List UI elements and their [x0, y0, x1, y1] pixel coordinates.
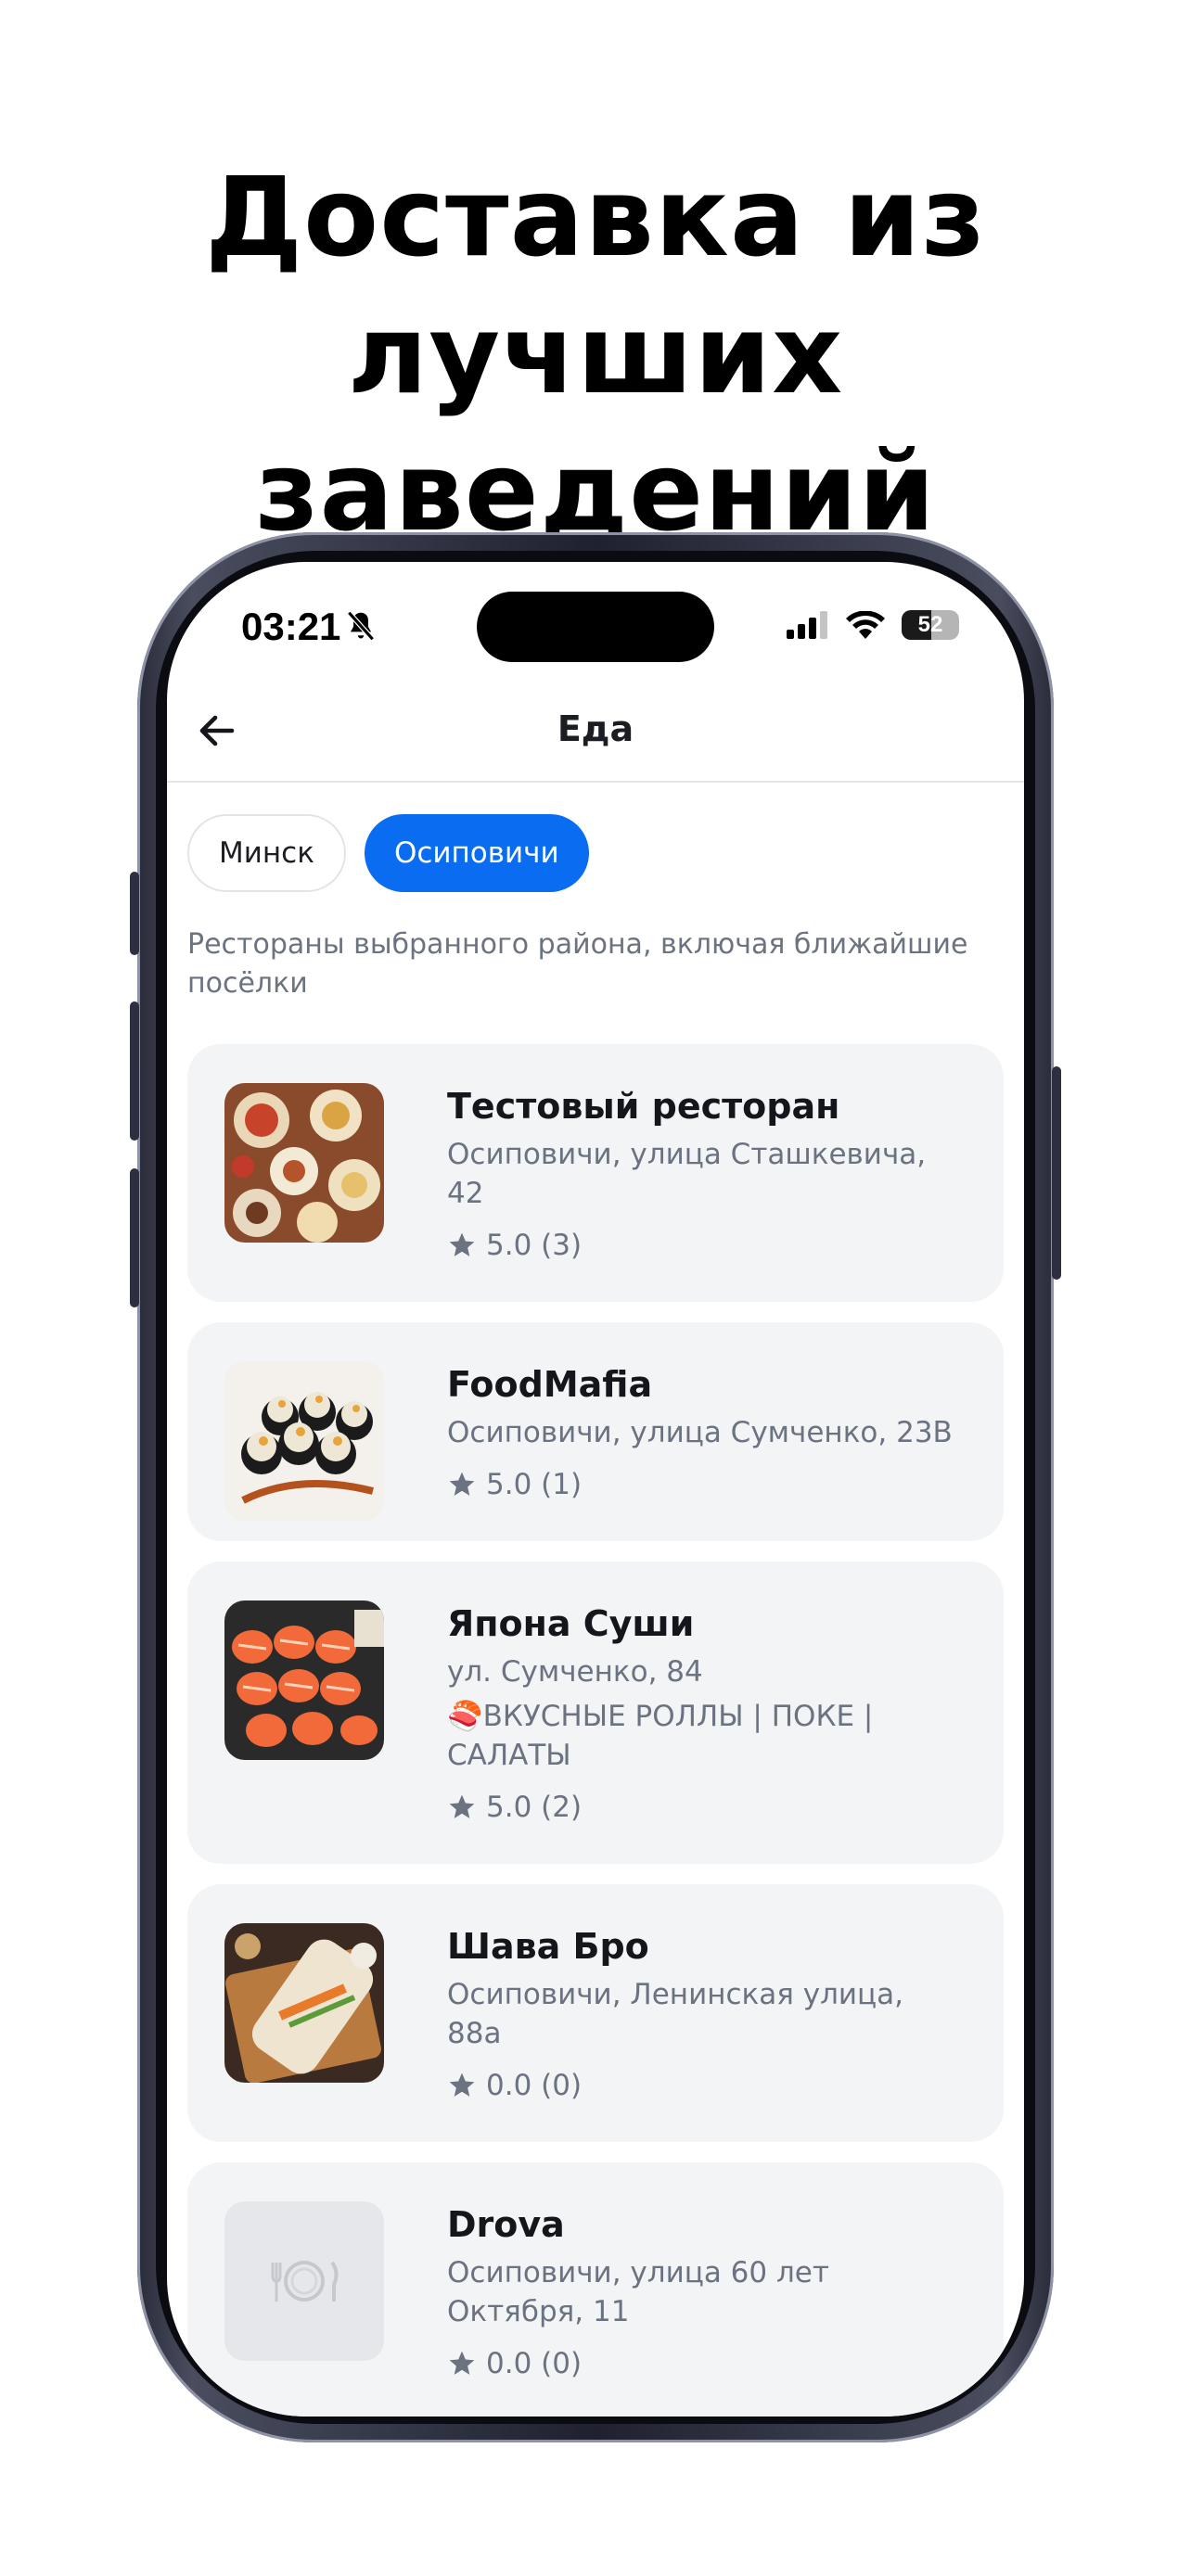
restaurant-name: Япона Суши — [447, 1603, 695, 1644]
restaurant-image — [224, 1361, 384, 1521]
battery-icon: 52 — [902, 610, 959, 640]
restaurant-name: Шава Бро — [447, 1926, 649, 1967]
restaurant-card[interactable]: Тестовый ресторан Осиповичи, улица Сташк… — [187, 1044, 1004, 1302]
restaurant-rating: 5.0 (1) — [447, 1465, 967, 1504]
battery-level: 52 — [917, 612, 943, 637]
navbar: Еда — [167, 682, 1024, 783]
bell-off-icon — [347, 610, 375, 642]
restaurant-name: Тестовый ресторан — [447, 1086, 840, 1127]
restaurant-image-placeholder — [224, 2201, 384, 2361]
wifi-icon — [846, 611, 885, 639]
restaurant-address: ул. Сумченко, 84 — [447, 1655, 703, 1689]
phone-volume-up — [130, 1001, 139, 1141]
star-icon — [449, 2351, 475, 2375]
restaurant-rating: 0.0 (0) — [447, 2344, 967, 2383]
rating-value: 0.0 (0) — [486, 2069, 583, 2102]
restaurant-rating: 5.0 (3) — [447, 1226, 967, 1265]
restaurant-list: Тестовый ресторан Осиповичи, улица Сташк… — [187, 1044, 1004, 2417]
restaurant-address: Осиповичи, Ленинская улица, 88а — [447, 1978, 904, 2050]
restaurant-address: Осиповичи, улица Сумченко, 23В — [447, 1416, 953, 1449]
star-icon — [449, 1472, 475, 1496]
dynamic-island — [477, 592, 714, 662]
restaurant-name: FoodMafia — [447, 1364, 653, 1405]
restaurant-rating: 0.0 (0) — [447, 2066, 967, 2105]
phone-screen: 03:21 52 Еда Минск Осиповичи Рестораны в… — [167, 562, 1024, 2417]
star-icon — [449, 1232, 475, 1256]
star-icon — [449, 1794, 475, 1818]
page-title: Еда — [557, 708, 634, 749]
phone-side-button — [130, 872, 139, 955]
star-icon — [449, 2072, 475, 2097]
restaurant-image — [224, 1923, 384, 2083]
phone-volume-down — [130, 1168, 139, 1307]
restaurant-image — [224, 1083, 384, 1243]
status-indicators: 52 — [787, 610, 959, 640]
signal-icon — [787, 611, 827, 639]
rating-value: 5.0 (1) — [486, 1468, 583, 1501]
restaurant-address: Осиповичи, улица 60 лет Октября, 11 — [447, 2256, 829, 2328]
restaurant-description: 🍣ВКУСНЫЕ РОЛЛЫ | ПОКЕ | САЛАТЫ — [447, 1700, 874, 1772]
district-hint: Рестораны выбранного района, включая бли… — [187, 928, 968, 1000]
restaurant-card[interactable]: FoodMafia Осиповичи, улица Сумченко, 23В… — [187, 1322, 1004, 1541]
promo-headline: Доставка из лучших заведений — [0, 148, 1191, 560]
city-filter: Минск Осиповичи — [187, 814, 589, 892]
status-time: 03:21 — [241, 605, 341, 648]
restaurant-name: Drova — [447, 2204, 565, 2245]
restaurant-address: Осиповичи, улица Сташкевича, 42 — [447, 1138, 927, 1210]
rating-value: 5.0 (2) — [486, 1791, 583, 1824]
restaurant-rating: 5.0 (2) — [447, 1788, 967, 1827]
restaurant-image — [224, 1600, 384, 1760]
restaurant-card[interactable]: Шава Бро Осиповичи, Ленинская улица, 88а… — [187, 1884, 1004, 2142]
headline-line-1: Доставка из — [205, 153, 986, 281]
chip-minsk[interactable]: Минск — [187, 814, 346, 892]
restaurant-card[interactable]: Drova Осиповичи, улица 60 лет Октября, 1… — [187, 2162, 1004, 2417]
restaurant-card[interactable]: Япона Суши ул. Сумченко, 84 🍣ВКУСНЫЕ РОЛ… — [187, 1562, 1004, 1864]
headline-line-2: лучших заведений — [254, 290, 937, 555]
plate-cutlery-icon — [271, 2261, 339, 2302]
rating-value: 5.0 (3) — [486, 1229, 583, 1262]
chip-osipovichi[interactable]: Осиповичи — [364, 814, 589, 892]
rating-value: 0.0 (0) — [486, 2347, 583, 2380]
phone-power-button — [1052, 1066, 1061, 1280]
